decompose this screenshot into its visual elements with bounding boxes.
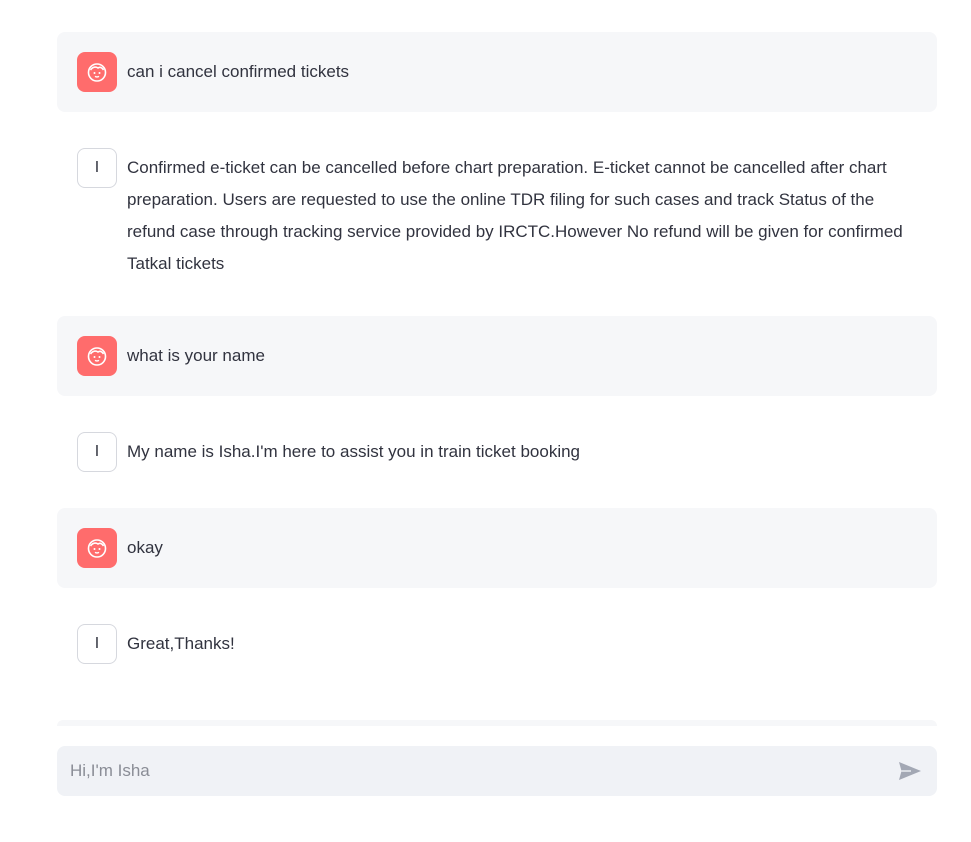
message-text: what is your name bbox=[127, 346, 265, 365]
user-avatar bbox=[77, 528, 117, 568]
message-text: can i cancel confirmed tickets bbox=[127, 62, 350, 81]
send-button[interactable] bbox=[895, 756, 925, 786]
chat-message-assistant: I My name is Isha.I'm here to assist you… bbox=[57, 412, 937, 492]
chat-history: can i cancel confirmed tickets I Confirm… bbox=[57, 32, 937, 726]
assistant-avatar: I bbox=[77, 624, 117, 664]
smiley-face-icon bbox=[87, 347, 107, 366]
chat-message-assistant: I Confirmed e-ticket can be cancelled be… bbox=[57, 128, 937, 300]
assistant-avatar: I bbox=[77, 432, 117, 472]
chat-input[interactable] bbox=[68, 760, 895, 782]
smiley-face-icon bbox=[87, 539, 107, 558]
chat-input-bar bbox=[57, 746, 937, 796]
user-avatar bbox=[77, 52, 117, 92]
assistant-avatar: I bbox=[77, 148, 117, 188]
chat-message-user: what is your name bbox=[57, 316, 937, 396]
smiley-face-icon bbox=[87, 63, 107, 82]
message-text: Great,Thanks! bbox=[127, 634, 235, 653]
next-message-peek bbox=[57, 720, 937, 726]
chat-page: can i cancel confirmed tickets I Confirm… bbox=[0, 0, 971, 842]
chat-message-user: okay bbox=[57, 508, 937, 588]
chat-message-assistant: I Great,Thanks! bbox=[57, 604, 937, 684]
user-avatar bbox=[77, 336, 117, 376]
message-text: okay bbox=[127, 538, 163, 557]
message-text: My name is Isha.I'm here to assist you i… bbox=[127, 442, 580, 461]
send-arrow-icon bbox=[899, 762, 921, 780]
chat-message-user: can i cancel confirmed tickets bbox=[57, 32, 937, 112]
message-text: Confirmed e-ticket can be cancelled befo… bbox=[127, 158, 903, 273]
